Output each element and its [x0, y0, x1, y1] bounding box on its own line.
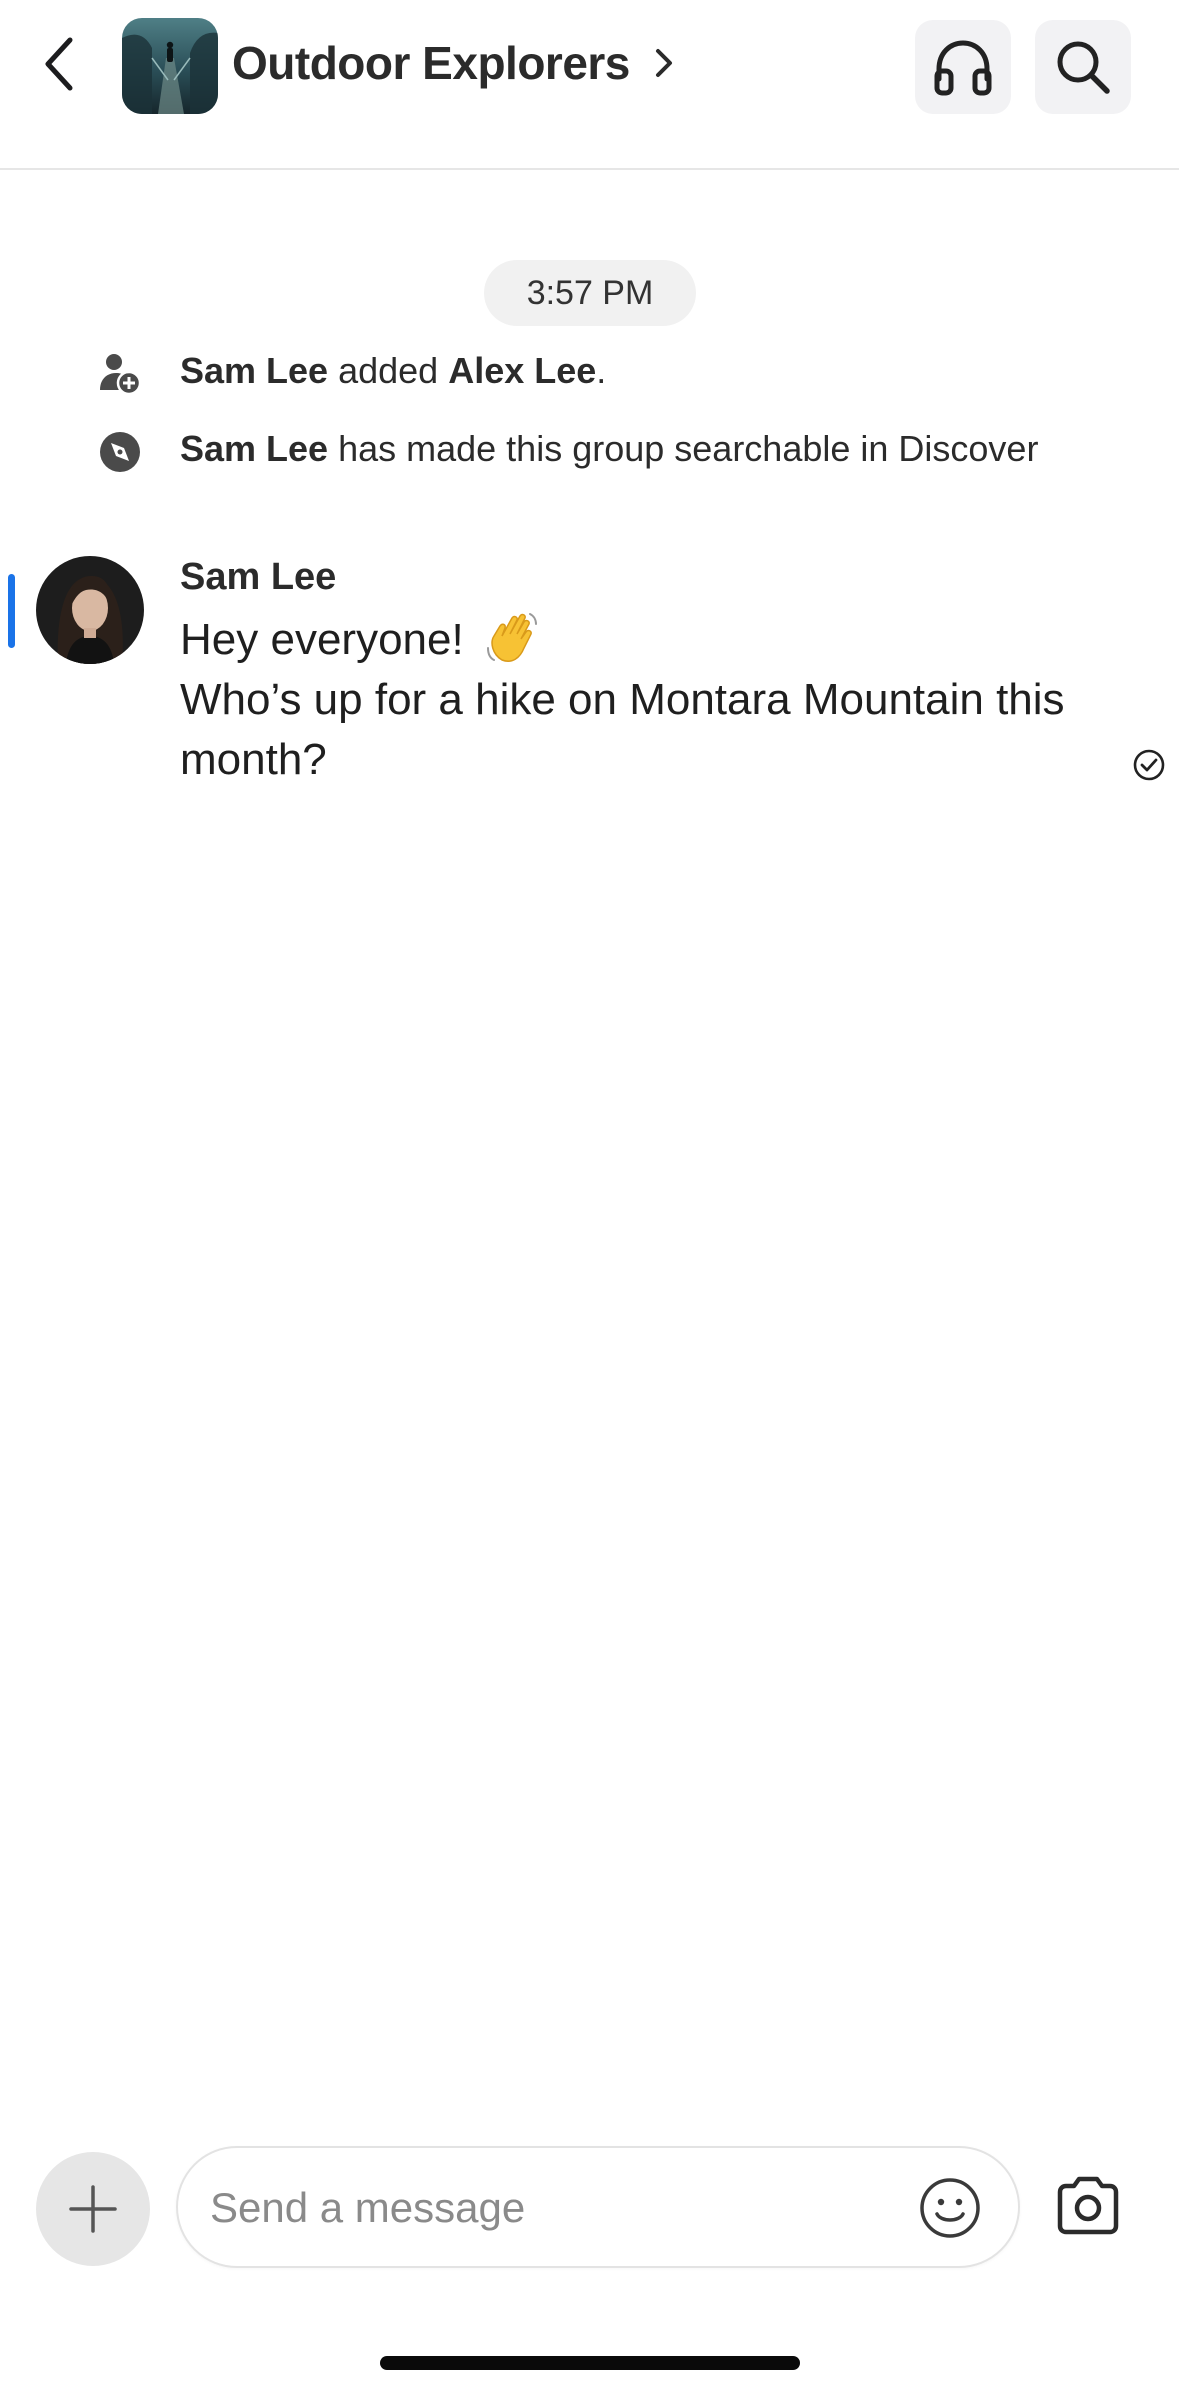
smiley-icon — [920, 2178, 980, 2238]
group-title: Outdoor Explorers — [232, 37, 630, 89]
chat-header: Outdoor Explorers — [0, 0, 1179, 170]
compass-icon — [100, 432, 140, 472]
plus-icon — [69, 2185, 117, 2233]
system-message-text: Sam Lee has made this group searchable i… — [180, 428, 1039, 469]
target-name[interactable]: Alex Lee — [448, 350, 596, 391]
emoji-button[interactable] — [918, 2176, 982, 2240]
system-message-text: Sam Lee added Alex Lee. — [180, 350, 607, 391]
timestamp-pill: 3:57 PM — [484, 260, 696, 326]
group-photo — [122, 18, 218, 114]
camera-icon — [1057, 2176, 1119, 2235]
message-line: Who’s up for a hike on Montara Mountain … — [180, 675, 1065, 784]
message-input[interactable] — [210, 2176, 850, 2240]
unread-indicator — [8, 574, 15, 648]
waving-hand-emoji — [486, 613, 537, 662]
message-body[interactable]: Hey everyone! Who’s up for a hike on Mon… — [180, 610, 1140, 790]
chevron-left-icon — [45, 37, 73, 91]
chevron-right-icon — [655, 49, 672, 77]
read-check-icon — [1133, 749, 1165, 781]
audio-room-button[interactable] — [915, 20, 1011, 114]
actor-name[interactable]: Sam Lee — [180, 350, 328, 391]
back-button[interactable] — [36, 34, 86, 94]
camera-button[interactable] — [1054, 2174, 1122, 2238]
chat-screen: Outdoor Explorers 3:57 PM Sam Lee added … — [0, 0, 1179, 2396]
actor-name[interactable]: Sam Lee — [180, 428, 328, 469]
add-attachment-button[interactable] — [36, 2152, 150, 2266]
search-icon — [1057, 41, 1110, 94]
group-avatar[interactable] — [122, 18, 218, 114]
group-title-link[interactable]: Outdoor Explorers — [232, 36, 678, 90]
message-line: Hey everyone! — [180, 610, 1140, 670]
message-composer — [176, 2146, 1020, 2268]
search-button[interactable] — [1035, 20, 1131, 114]
headphones-icon — [934, 40, 992, 96]
sender-photo — [36, 556, 144, 664]
avatar[interactable] — [36, 556, 144, 664]
add-member-icon — [100, 354, 142, 396]
message-sender[interactable]: Sam Lee — [180, 556, 336, 599]
home-indicator — [380, 2356, 800, 2370]
